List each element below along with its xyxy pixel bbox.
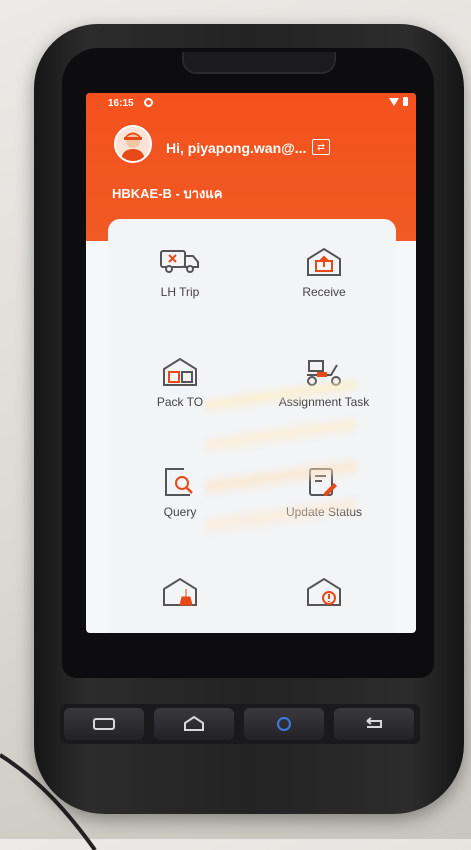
scan-key-icon <box>277 717 291 731</box>
menu-key-icon <box>93 718 115 730</box>
menu-key[interactable] <box>64 708 144 740</box>
menu-label: Query <box>163 505 197 519</box>
menu-label: Assignment Task <box>278 395 370 409</box>
battery-icon <box>403 97 408 106</box>
scooter-icon <box>307 360 341 386</box>
menu-item-assignment-task[interactable]: Assignment Task <box>252 357 396 409</box>
home-key-icon <box>184 716 204 731</box>
branch-name: HBKAE-B - บางแค <box>112 186 223 201</box>
receive-box-icon <box>307 247 341 276</box>
menu-label: Pack TO <box>156 395 204 409</box>
status-time: 16:15 <box>108 98 134 109</box>
menu-item-receive[interactable]: Receive <box>252 247 396 299</box>
status-indicators <box>389 97 408 106</box>
status-bar: 16:15 <box>108 97 408 113</box>
home-alert-icon <box>307 577 341 606</box>
menu-item-query[interactable]: Query <box>108 467 252 519</box>
back-key[interactable] <box>334 708 414 740</box>
menu-item-partial-1[interactable] <box>108 577 252 615</box>
edit-document-icon <box>309 468 337 496</box>
user-greeting: Hi, piyapong.wan@... <box>166 140 307 156</box>
menu-card: LH Trip Receive Pack TO Assignment Task … <box>108 219 396 633</box>
notification-app-icon <box>144 98 153 107</box>
menu-item-lh-trip[interactable]: LH Trip <box>108 247 252 299</box>
search-icon <box>165 468 193 496</box>
home-broom-icon <box>163 577 197 606</box>
menu-label: Update Status <box>285 505 363 519</box>
earpiece-speaker <box>182 52 336 74</box>
menu-item-partial-2[interactable] <box>252 577 396 615</box>
home-key[interactable] <box>154 708 234 740</box>
wifi-icon <box>389 97 399 106</box>
menu-label: Receive <box>302 285 346 299</box>
device-screen: 16:15 Hi, piyapong.wan@... ⇄ HBKAE-B - บ… <box>86 93 416 633</box>
hardware-nav-bar <box>60 704 420 744</box>
pack-box-icon <box>163 357 197 386</box>
swap-icon[interactable]: ⇄ <box>312 139 330 155</box>
back-key-icon <box>366 717 382 728</box>
menu-item-update-status[interactable]: Update Status <box>252 467 396 519</box>
scan-key[interactable] <box>244 708 324 740</box>
avatar[interactable] <box>114 125 152 163</box>
user-avatar-icon <box>121 132 145 161</box>
menu-label: LH Trip <box>160 285 200 299</box>
menu-item-pack-to[interactable]: Pack TO <box>108 357 252 409</box>
truck-icon <box>160 250 199 273</box>
